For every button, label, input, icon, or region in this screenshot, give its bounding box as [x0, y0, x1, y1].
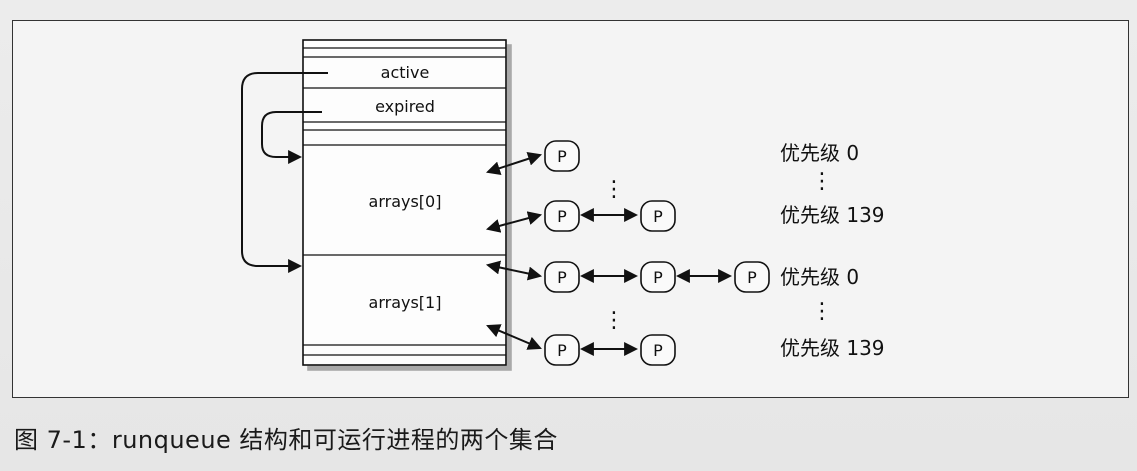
priority-label: 优先级 0 [780, 265, 859, 289]
svg-text:P: P [747, 268, 757, 287]
svg-text:P: P [557, 341, 567, 360]
svg-text:P: P [557, 207, 567, 226]
field-arrays-0: arrays[0] [369, 192, 442, 211]
svg-text:P: P [653, 268, 663, 287]
priority-label: 优先级 0 [780, 141, 859, 165]
process-node: P [640, 334, 676, 366]
field-active: active [381, 63, 430, 82]
ellipsis-vertical: ⋮ [811, 169, 833, 194]
process-node: P [640, 200, 676, 232]
runqueue-diagram: active expired arrays[0] arrays[1] P P P [241, 39, 885, 366]
process-node: P [640, 261, 676, 293]
ellipsis-vertical: ⋮ [603, 308, 625, 333]
process-node: P [734, 261, 770, 293]
svg-text:P: P [557, 268, 567, 287]
process-node: P [544, 140, 580, 172]
priority-label: 优先级 139 [780, 203, 885, 227]
ellipsis-vertical: ⋮ [811, 299, 833, 324]
process-node: P [544, 200, 580, 232]
figure-caption: 图 7-1：runqueue 结构和可运行进程的两个集合 [14, 426, 558, 454]
process-node: P [544, 261, 580, 293]
ellipsis-vertical: ⋮ [603, 177, 625, 202]
field-expired: expired [375, 97, 435, 116]
figure-page: active expired arrays[0] arrays[1] P P P [0, 0, 1137, 471]
svg-text:P: P [653, 341, 663, 360]
svg-text:P: P [557, 147, 567, 166]
svg-text:P: P [653, 207, 663, 226]
process-node: P [544, 334, 580, 366]
priority-label: 优先级 139 [780, 336, 885, 360]
field-arrays-1: arrays[1] [369, 293, 442, 312]
